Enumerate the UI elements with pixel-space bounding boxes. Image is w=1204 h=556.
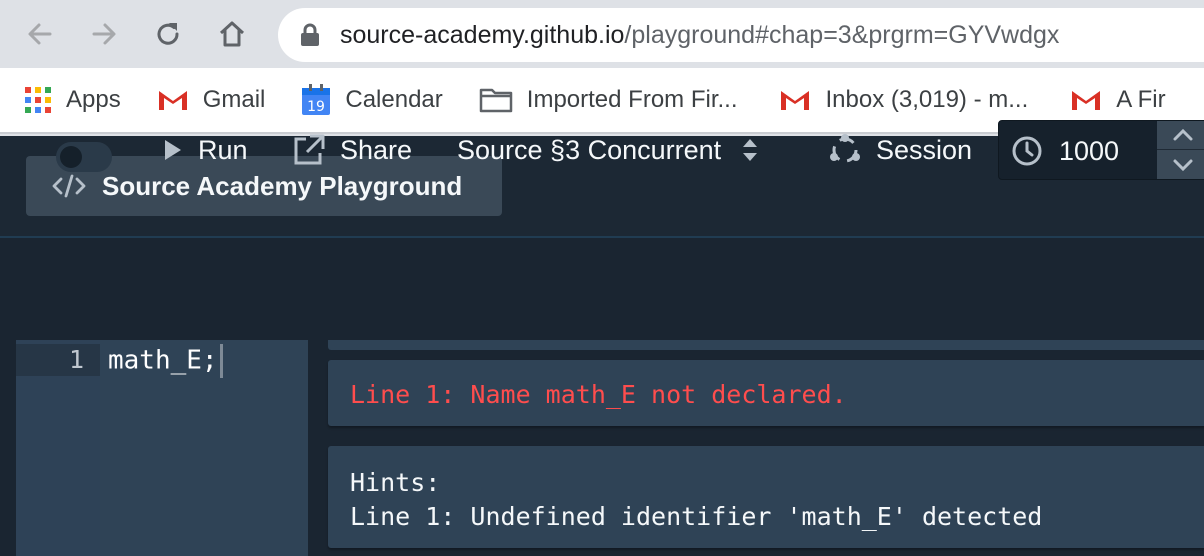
chapter-label: Source §3 Concurrent (457, 134, 722, 165)
page-title: Source Academy Playground (102, 170, 463, 201)
hints-title: Hints: (350, 468, 441, 497)
share-icon (292, 133, 326, 167)
error-message: Line 1: Name math_E not declared. (350, 380, 847, 409)
lock-icon (300, 23, 320, 47)
bookmark-calendar[interactable]: 19 Calendar (301, 80, 443, 120)
bookmark-inbox[interactable]: Inbox (3,019) - m... (779, 80, 1028, 120)
autorun-toggle[interactable] (56, 142, 112, 172)
clock-icon (1011, 135, 1043, 167)
browser-nav-row: source-academy.github.io/playground#chap… (0, 0, 1204, 68)
session-label: Session (876, 134, 973, 165)
url-path: /playground#chap=3&prgrm=GYVwdgx (624, 20, 1060, 49)
code-icon (52, 173, 86, 199)
gmail-icon (779, 88, 811, 112)
session-button[interactable]: Session (828, 126, 972, 174)
editor-gutter: 1 (16, 340, 100, 556)
decrement-button[interactable] (1157, 150, 1204, 179)
code-text: math_E; (108, 345, 218, 376)
chevron-down-icon (1173, 159, 1193, 171)
execution-time-input[interactable] (1057, 131, 1153, 171)
forward-button[interactable] (84, 14, 124, 54)
gmail-icon (157, 88, 189, 112)
double-caret-icon (741, 137, 759, 163)
increment-button[interactable] (1157, 121, 1204, 150)
share-button[interactable]: Share (292, 126, 412, 174)
reload-icon (157, 23, 179, 45)
code-line: math_E; (108, 344, 223, 378)
run-button[interactable]: Run (162, 126, 248, 174)
apps-grid-icon (24, 86, 52, 114)
chevron-up-icon (1173, 128, 1193, 141)
reload-button[interactable] (148, 14, 188, 54)
repl-hints-output: Hints: Line 1: Undefined identifier 'math… (328, 446, 1204, 548)
repl-error-output: Line 1: Name math_E not declared. (328, 360, 1204, 426)
bookmark-label: Inbox (3,019) - m... (825, 86, 1029, 113)
browser-chrome: source-academy.github.io/playground#chap… (0, 0, 1204, 136)
repl-output-card-previous (328, 340, 1204, 350)
home-button[interactable] (212, 14, 252, 54)
bookmark-gmail[interactable]: Gmail (157, 80, 266, 120)
share-label: Share (340, 134, 413, 165)
address-bar[interactable]: source-academy.github.io/playground#chap… (278, 8, 1204, 62)
bookmark-apps[interactable]: Apps (24, 80, 121, 120)
bookmark-label: A Fir (1116, 86, 1166, 113)
chapter-select[interactable]: Source §3 Concurrent (457, 126, 759, 174)
home-icon (219, 21, 245, 47)
gmail-icon (1070, 88, 1102, 112)
session-icon (828, 133, 862, 167)
run-label: Run (198, 134, 248, 165)
bookmark-a-fir[interactable]: A Fir (1070, 80, 1166, 120)
arrow-left-icon (28, 23, 52, 45)
bookmark-label: Imported From Fir... (526, 86, 738, 113)
code-editor[interactable]: 1 math_E; (16, 340, 308, 556)
svg-text:19: 19 (307, 99, 325, 115)
folder-icon (479, 87, 513, 113)
line-number: 1 (16, 344, 100, 376)
url-host: source-academy.github.io (340, 20, 625, 49)
editor-text-area[interactable]: math_E; (100, 340, 308, 556)
bookmark-label: Gmail (202, 86, 266, 113)
bookmark-imported-folder[interactable]: Imported From Fir... (479, 80, 738, 120)
play-icon (162, 138, 184, 162)
bookmark-label: Calendar (345, 86, 443, 113)
back-button[interactable] (20, 14, 60, 54)
execution-time-field (998, 120, 1204, 180)
hints-message: Line 1: Undefined identifier 'math_E' de… (350, 502, 1043, 531)
calendar-icon: 19 (301, 84, 331, 116)
text-cursor (219, 344, 223, 378)
arrow-right-icon (92, 23, 116, 45)
bookmark-label: Apps (66, 86, 121, 113)
toggle-knob (60, 146, 82, 168)
execution-time-stepper (1157, 121, 1204, 179)
